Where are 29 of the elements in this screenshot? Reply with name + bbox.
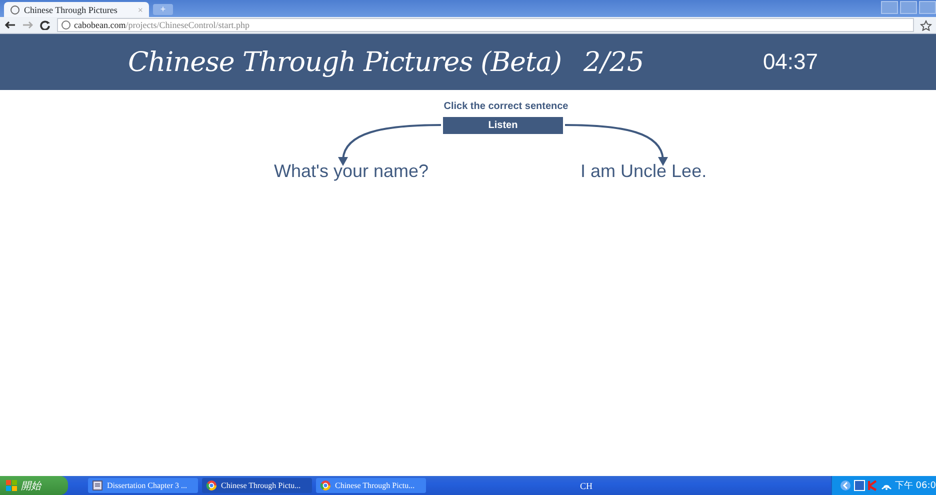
url-text: cabobean.com/projects/ChineseControl/start.php [74, 20, 250, 30]
browser-icon [320, 480, 331, 491]
document-icon [92, 480, 103, 491]
tab-title: Chinese Through Pictures [24, 4, 118, 14]
tray-app-icon[interactable] [854, 480, 865, 491]
globe-icon [10, 4, 20, 14]
sentence-choice[interactable]: What's your name? [274, 161, 429, 182]
clock-text: 下午 06:0 [894, 480, 936, 492]
back-icon[interactable] [4, 20, 16, 30]
globe-icon [61, 20, 71, 30]
reload-icon[interactable] [40, 20, 51, 30]
countdown-timer: 04:37 [762, 49, 818, 75]
instruction-text: Click the correct sentence [442, 101, 570, 112]
windows-logo-icon [6, 480, 17, 491]
progress-counter: 2/25 [584, 46, 644, 78]
listen-button[interactable]: Listen [443, 117, 563, 134]
language-indicator[interactable]: CH [580, 480, 593, 490]
taskbar-item[interactable]: Dissertation Chapter 3 ... [88, 478, 198, 493]
taskbar-item[interactable]: Chinese Through Pictu... [316, 478, 426, 493]
address-bar[interactable]: cabobean.com/projects/ChineseControl/start.php [57, 18, 914, 32]
app-title: Chinese Through Pictures (Beta) [128, 46, 562, 78]
taskbar-item[interactable]: Chinese Through Pictu... [202, 478, 312, 493]
forward-icon[interactable] [22, 20, 34, 30]
expand-icon[interactable] [840, 480, 851, 491]
sentence-choice[interactable]: I am Uncle Lee. [580, 161, 707, 182]
browser-tab[interactable]: Chinese Through Pictures × [4, 2, 149, 17]
browser-icon [206, 480, 217, 491]
star-icon[interactable] [920, 20, 932, 30]
start-button[interactable]: 開始 [0, 476, 68, 495]
